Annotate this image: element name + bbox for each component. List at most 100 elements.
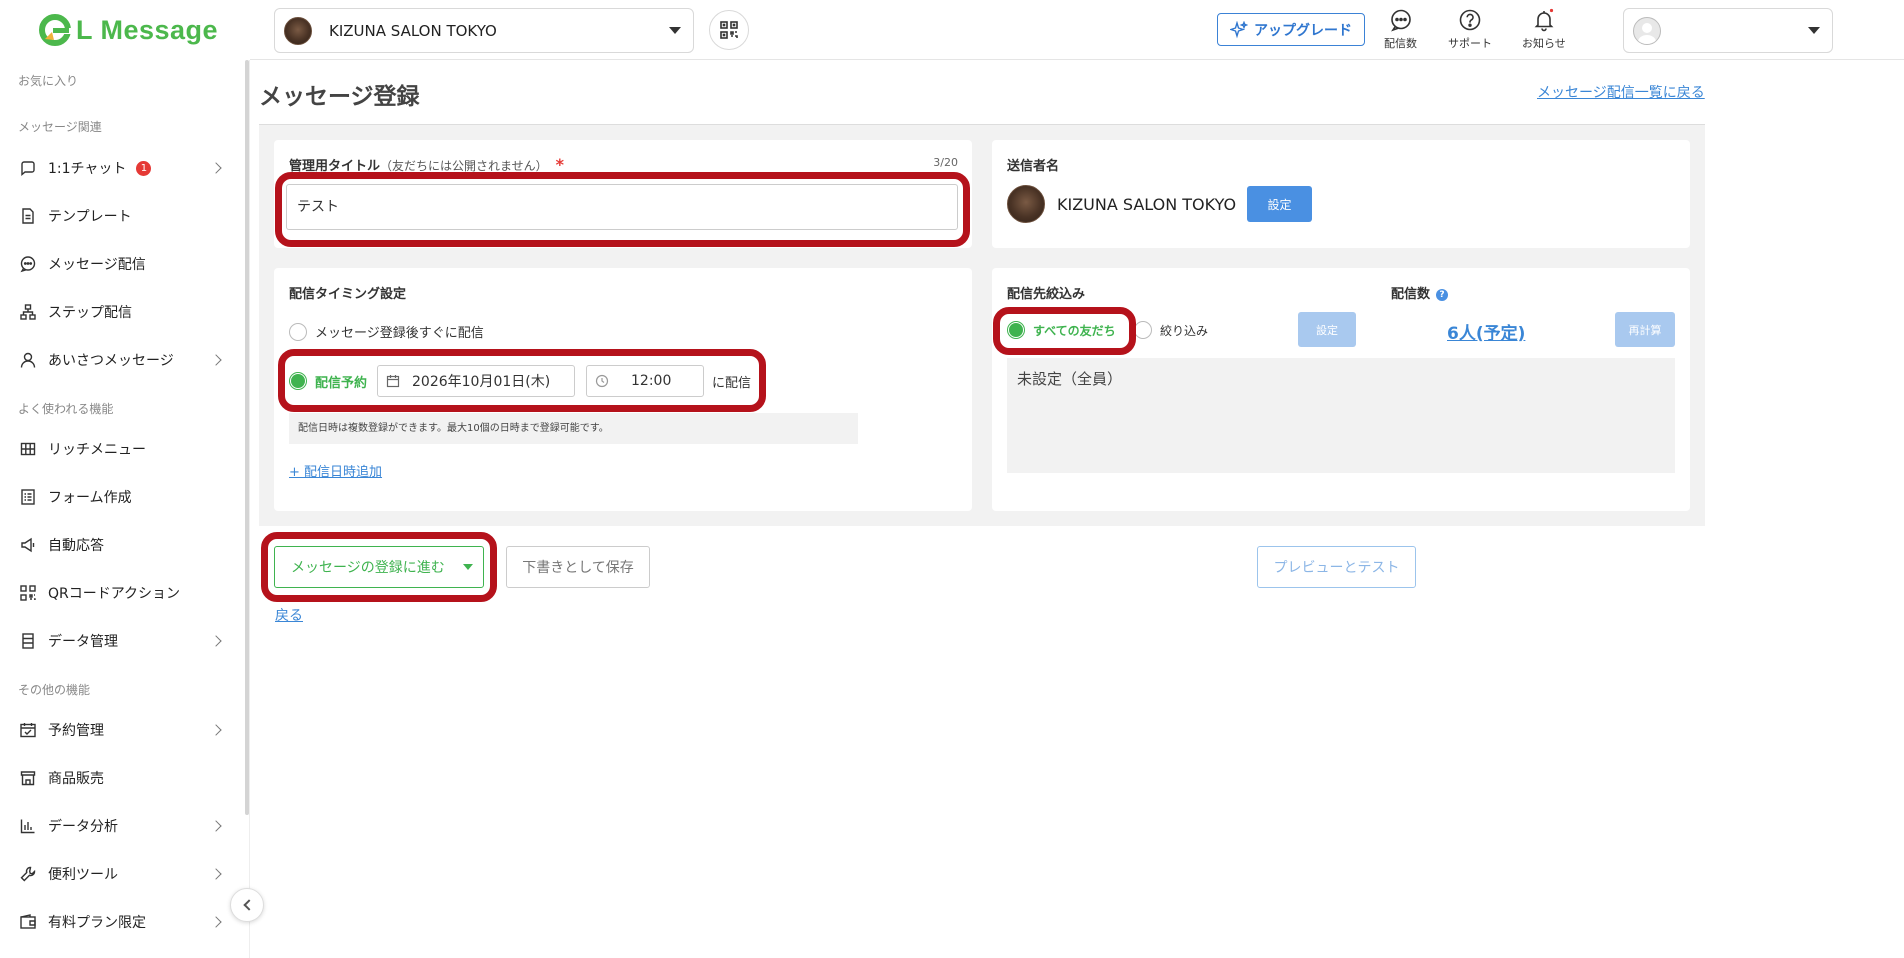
calendar-icon (18, 720, 38, 740)
radio-circle[interactable] (1134, 321, 1152, 339)
proceed-register-button[interactable]: メッセージの登録に進む (274, 546, 484, 588)
grid-icon (18, 439, 38, 459)
sidebar-collapse-button[interactable] (230, 888, 264, 922)
title-label-note: （友だちには公開されません） (380, 159, 548, 173)
account-select[interactable]: KIZUNA SALON TOKYO (274, 8, 694, 53)
sidebar-item-qr-action[interactable]: QRコードアクション (18, 578, 224, 608)
sidebar-item-step-delivery[interactable]: ステップ配信 (18, 297, 224, 327)
radio-all-friends[interactable]: すべての友だち (1007, 321, 1116, 339)
sidebar-item-label: QRコードアクション (48, 586, 181, 602)
radio-scheduled[interactable]: 配信予約 2026年10月01日(木) 12:00 に配信 (289, 365, 751, 397)
delivery-count-button[interactable]: 配信数 (1384, 8, 1417, 51)
support-button[interactable]: サポート (1448, 8, 1492, 51)
sidebar-section-other: その他の機能 (18, 683, 91, 697)
sidebar-item-data-management[interactable]: データ管理 (18, 626, 224, 656)
clock-icon (595, 374, 609, 388)
sidebar-item-rich-menu[interactable]: リッチメニュー (18, 434, 224, 464)
sidebar-item-label: ステップ配信 (48, 305, 132, 321)
sidebar-border (249, 60, 250, 958)
sidebar-item-label: テンプレート (48, 209, 132, 225)
filter-set-button[interactable]: 設定 (1298, 312, 1356, 347)
shop-icon (18, 768, 38, 788)
timing-card: 配信タイミング設定 メッセージ登録後すぐに配信 配信予約 2026年10月01日… (274, 268, 972, 511)
sidebar: お気に入り メッセージ関連 1:1チャット 1 テンプレート メッセージ配信 ス… (0, 60, 250, 958)
back-link[interactable]: 戻る (275, 605, 303, 625)
app-logo[interactable]: L Message (38, 12, 218, 48)
proceed-label: メッセージの登録に進む (291, 560, 445, 576)
title-label: 管理用タイトル（友だちには公開されません） * (289, 155, 564, 174)
chevron-down-icon (669, 27, 681, 34)
sidebar-item-reservation[interactable]: 予約管理 (18, 715, 224, 745)
form-icon (18, 487, 38, 507)
add-datetime-link[interactable]: + 配信日時追加 (289, 461, 382, 480)
sidebar-item-label: 自動応答 (48, 538, 104, 554)
recalculate-button[interactable]: 再計算 (1615, 312, 1675, 347)
radio-circle-selected[interactable] (289, 372, 307, 390)
chevron-right-icon (210, 916, 222, 928)
logo-text: L Message (76, 14, 219, 45)
sidebar-item-form[interactable]: フォーム作成 (18, 482, 224, 512)
sidebar-item-label: 予約管理 (48, 723, 104, 739)
sender-set-button[interactable]: 設定 (1247, 186, 1313, 222)
radio-filter-label: 絞り込み (1160, 323, 1209, 338)
radio-filter[interactable]: 絞り込み (1134, 321, 1208, 339)
message-icon (18, 254, 38, 274)
chevron-right-icon (210, 724, 222, 736)
radio-immediate[interactable]: メッセージ登録後すぐに配信 (289, 322, 484, 341)
filter-summary: 未設定（全員） (1007, 358, 1675, 473)
sidebar-item-analytics[interactable]: データ分析 (18, 811, 224, 841)
time-input[interactable]: 12:00 (586, 365, 705, 397)
time-value: 12:00 (631, 373, 672, 389)
title-char-counter: 3/20 (933, 156, 958, 169)
preview-test-button[interactable]: プレビューとテスト (1257, 546, 1416, 588)
megaphone-icon (18, 535, 38, 555)
delivery-count-value[interactable]: 6人(予定) (1447, 319, 1525, 344)
sidebar-item-chat[interactable]: 1:1チャット 1 (18, 153, 224, 183)
delivery-count-label: 配信数? (1391, 283, 1449, 302)
sidebar-item-greeting[interactable]: あいさつメッセージ (18, 345, 224, 375)
sidebar-item-label: 便利ツール (48, 867, 118, 883)
sidebar-item-auto-reply[interactable]: 自動応答 (18, 530, 224, 560)
sidebar-item-template[interactable]: テンプレート (18, 201, 224, 231)
radio-circle[interactable] (289, 322, 307, 341)
sidebar-item-label: 1:1チャット (48, 161, 127, 177)
help-icon[interactable]: ? (1436, 289, 1449, 301)
date-input[interactable]: 2026年10月01日(木) (377, 365, 576, 397)
sidebar-item-paid-plan[interactable]: 有料プラン限定 (18, 907, 224, 937)
chevron-right-icon (210, 162, 222, 174)
chevron-right-icon (210, 868, 222, 880)
person-icon (18, 350, 38, 370)
unread-badge: 1 (136, 160, 152, 176)
sidebar-item-message-delivery[interactable]: メッセージ配信 (18, 249, 224, 279)
user-menu[interactable] (1623, 8, 1833, 53)
sidebar-item-label: 商品販売 (48, 771, 104, 787)
upgrade-button[interactable]: アップグレード (1217, 13, 1365, 46)
sidebar-item-label: データ分析 (48, 819, 118, 835)
radio-circle-selected[interactable] (1007, 321, 1025, 339)
notifications-button[interactable]: お知らせ (1522, 8, 1566, 51)
sparkle-icon (1230, 20, 1248, 38)
target-label: 配信先絞込み (1007, 287, 1086, 302)
logo-icon (38, 13, 72, 47)
account-avatar (284, 16, 312, 45)
qr-code-button[interactable] (709, 10, 749, 50)
save-draft-button[interactable]: 下書きとして保存 (506, 546, 650, 588)
page-title: メッセージ登録 (259, 84, 420, 110)
calendar-icon (386, 375, 400, 388)
sidebar-item-product-sales[interactable]: 商品販売 (18, 763, 224, 793)
bell-icon (1534, 8, 1554, 32)
header-divider (250, 59, 1904, 60)
sidebar-item-tools[interactable]: 便利ツール (18, 859, 224, 889)
chart-icon (18, 816, 38, 836)
qr-icon (18, 583, 38, 603)
target-card: 配信先絞込み 配信数? すべての友だち 絞り込み 設定 6人(予定) 再計算 未… (992, 268, 1690, 511)
chevron-left-icon (243, 899, 255, 911)
title-input[interactable]: テスト (286, 184, 958, 230)
timing-hint: 配信日時は複数登録ができます。最大10個の日時まで登録可能です。 (289, 413, 858, 444)
title-label-text: 管理用タイトル (289, 159, 381, 174)
chevron-right-icon (210, 820, 222, 832)
upgrade-label: アップグレード (1254, 22, 1352, 39)
radio-all-friends-label: すべての友だち (1033, 323, 1116, 338)
step-icon (18, 302, 38, 322)
back-to-list-link[interactable]: メッセージ配信一覧に戻る (1537, 82, 1705, 102)
